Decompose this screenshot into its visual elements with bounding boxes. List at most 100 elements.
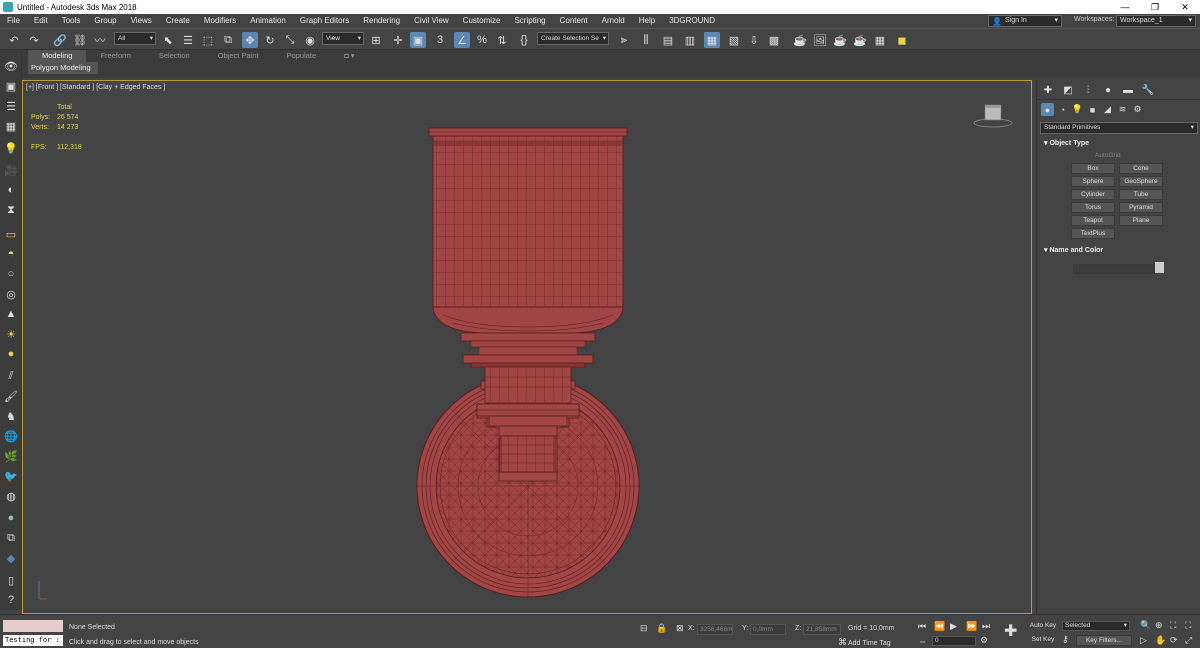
bird-icon[interactable]: 🐦 (3, 468, 19, 484)
set-key-button[interactable]: Set Key (1029, 635, 1057, 646)
help-icon[interactable]: ? (3, 592, 19, 608)
go-to-start-icon[interactable]: ⏮ (918, 621, 926, 632)
material-sphere-icon[interactable]: ● (3, 346, 19, 362)
menu-graph-editors[interactable]: Graph Editors (293, 14, 356, 28)
window-crossing-icon[interactable]: ⧉ (220, 32, 236, 48)
previous-frame-icon[interactable]: ⏪ (934, 621, 945, 632)
box-button[interactable]: Box (1071, 163, 1115, 174)
mirror-icon[interactable]: ⫸ (616, 32, 632, 48)
render-gallery-icon[interactable]: ▦ (872, 32, 888, 48)
torus-button[interactable]: Torus (1071, 202, 1115, 213)
space-warps-icon[interactable]: ≋ (1116, 103, 1129, 116)
next-frame-icon[interactable]: ⏩ (966, 621, 977, 632)
select-by-name-icon[interactable]: ☰ (180, 32, 196, 48)
scene-explorer-icon[interactable]: ▤ (660, 32, 676, 48)
menu-3dground[interactable]: 3DGROUND (662, 14, 722, 28)
display-tab-icon[interactable]: ▬ (1121, 83, 1135, 97)
systems-icon[interactable]: ⚙ (1131, 103, 1144, 116)
list-icon[interactable]: ☰ (3, 98, 19, 114)
field-of-view-icon[interactable]: ▷ (1140, 635, 1147, 646)
menu-civil-view[interactable]: Civil View (407, 14, 456, 28)
menu-tools[interactable]: Tools (55, 14, 88, 28)
primitives-dropdown[interactable]: Standard Primitives ▾ (1040, 122, 1198, 134)
tab-object-paint[interactable]: Object Paint (204, 50, 273, 62)
geosphere-button[interactable]: GeoSphere (1119, 176, 1163, 187)
arnold-icon[interactable]: ◼ (894, 32, 910, 48)
menu-arnold[interactable]: Arnold (595, 14, 632, 28)
render-production-icon[interactable]: ☕ (832, 32, 848, 48)
key-selection-select[interactable]: Selected ▾ (1062, 621, 1130, 631)
object-color-swatch[interactable] (1155, 262, 1164, 273)
cylinder-button[interactable]: Cylinder (1071, 189, 1115, 200)
material-editor-icon[interactable]: ▩ (766, 32, 782, 48)
motion-tab-icon[interactable]: ● (1101, 83, 1115, 97)
menu-group[interactable]: Group (87, 14, 123, 28)
manipulate-icon[interactable]: ✛ (390, 32, 406, 48)
file-icon[interactable]: ▯ (3, 572, 19, 588)
polygon-modeling-tab[interactable]: Polygon Modeling (28, 62, 98, 74)
front-viewport[interactable]: [+] [Front ] [Standard ] [Clay + Edged F… (22, 80, 1032, 614)
lights-icon[interactable]: 💡 (1071, 103, 1084, 116)
menu-modifiers[interactable]: Modifiers (197, 14, 243, 28)
auto-key-button[interactable]: Auto Key (1029, 621, 1057, 632)
menu-views[interactable]: Views (124, 14, 159, 28)
menu-file[interactable]: File (0, 14, 27, 28)
maximize-viewport-icon[interactable]: ⤢ (1185, 635, 1192, 646)
ribbon-options-icon[interactable]: ◘ ▾ (330, 50, 368, 62)
maxscript-mini-listener[interactable] (3, 620, 63, 632)
menu-animation[interactable]: Animation (243, 14, 293, 28)
workspace-select[interactable]: Workspace_1 ▾ (1116, 15, 1196, 27)
plane-icon[interactable]: ▭ (3, 226, 19, 242)
arnold-light-icon[interactable]: ◆ (3, 550, 19, 566)
hair-icon[interactable]: ⫽ (3, 368, 19, 384)
pyramid-button[interactable]: Pyramid (1119, 202, 1163, 213)
tab-modeling[interactable]: Modeling (28, 50, 87, 62)
rectangular-selection-icon[interactable]: ⬚ (200, 32, 216, 48)
zoom-extents-icon[interactable]: ⛶ (1170, 620, 1176, 631)
undo-icon[interactable]: ↶ (6, 32, 22, 48)
teapot-button[interactable]: Teapot (1071, 215, 1115, 226)
tube-button[interactable]: Tube (1119, 189, 1163, 200)
selection-lock-icon[interactable]: 🔒 (656, 623, 667, 634)
shapes-icon[interactable]: ◔ (1056, 103, 1069, 116)
cloth-icon[interactable]: ◍ (3, 488, 19, 504)
y-coordinate-field[interactable]: 0,0mm (750, 624, 786, 635)
close-button[interactable]: ✕ (1170, 0, 1200, 14)
plant-icon[interactable]: 🌿 (3, 448, 19, 464)
absolute-mode-icon[interactable]: ⊠ (676, 623, 684, 634)
pan-icon[interactable]: ✋ (1155, 635, 1166, 646)
selection-filter-select[interactable]: All ▾ (114, 32, 156, 45)
snaps-toggle-icon[interactable]: 3 (432, 32, 448, 48)
camera-icon[interactable]: 🎥 (3, 162, 19, 178)
placement-icon[interactable]: ◉ (302, 32, 318, 48)
reference-coordinate-select[interactable]: View ▾ (322, 32, 364, 45)
light-icon[interactable]: 💡 (3, 140, 19, 156)
render-iterative-icon[interactable]: ☕ (852, 32, 868, 48)
bind-space-warp-icon[interactable]: 〰 (92, 32, 108, 48)
maxscript-listener-output[interactable]: Testing for : (3, 635, 63, 646)
dome-icon[interactable]: ◓ (3, 246, 19, 262)
spacewarp-icon[interactable]: ⧗ (3, 202, 19, 218)
unlink-icon[interactable]: ⛓ (72, 32, 88, 48)
sun-icon[interactable]: ☀ (3, 326, 19, 342)
orbit-icon[interactable]: ⟳ (1170, 635, 1178, 646)
edit-named-selections-icon[interactable]: {} (516, 32, 532, 48)
hierarchy-tab-icon[interactable]: ⫶ (1081, 83, 1095, 97)
minimize-button[interactable]: — (1110, 0, 1140, 14)
menu-content[interactable]: Content (553, 14, 595, 28)
sphere-button[interactable]: Sphere (1071, 176, 1115, 187)
cone-button[interactable]: Cone (1119, 163, 1163, 174)
textplus-button[interactable]: TextPlus (1071, 228, 1115, 239)
helpers-icon[interactable]: ◢ (1101, 103, 1114, 116)
name-color-rollout[interactable]: ▾ Name and Color (1040, 245, 1198, 257)
sign-in-dropdown[interactable]: 👤 Sign In ▾ (988, 15, 1062, 27)
sconce-model[interactable] (23, 81, 1033, 615)
tab-freeform[interactable]: Freeform (86, 50, 144, 62)
object-name-input[interactable] (1073, 264, 1157, 274)
keyboard-shortcut-override-icon[interactable]: ▣ (410, 32, 426, 48)
named-selection-select[interactable]: Create Selection Se ▾ (537, 32, 609, 45)
pivot-center-icon[interactable]: ⊞ (368, 32, 384, 48)
toggle-ribbon-icon[interactable]: ▦ (704, 32, 720, 48)
figure-icon[interactable]: ♞ (3, 408, 19, 424)
menu-rendering[interactable]: Rendering (356, 14, 407, 28)
